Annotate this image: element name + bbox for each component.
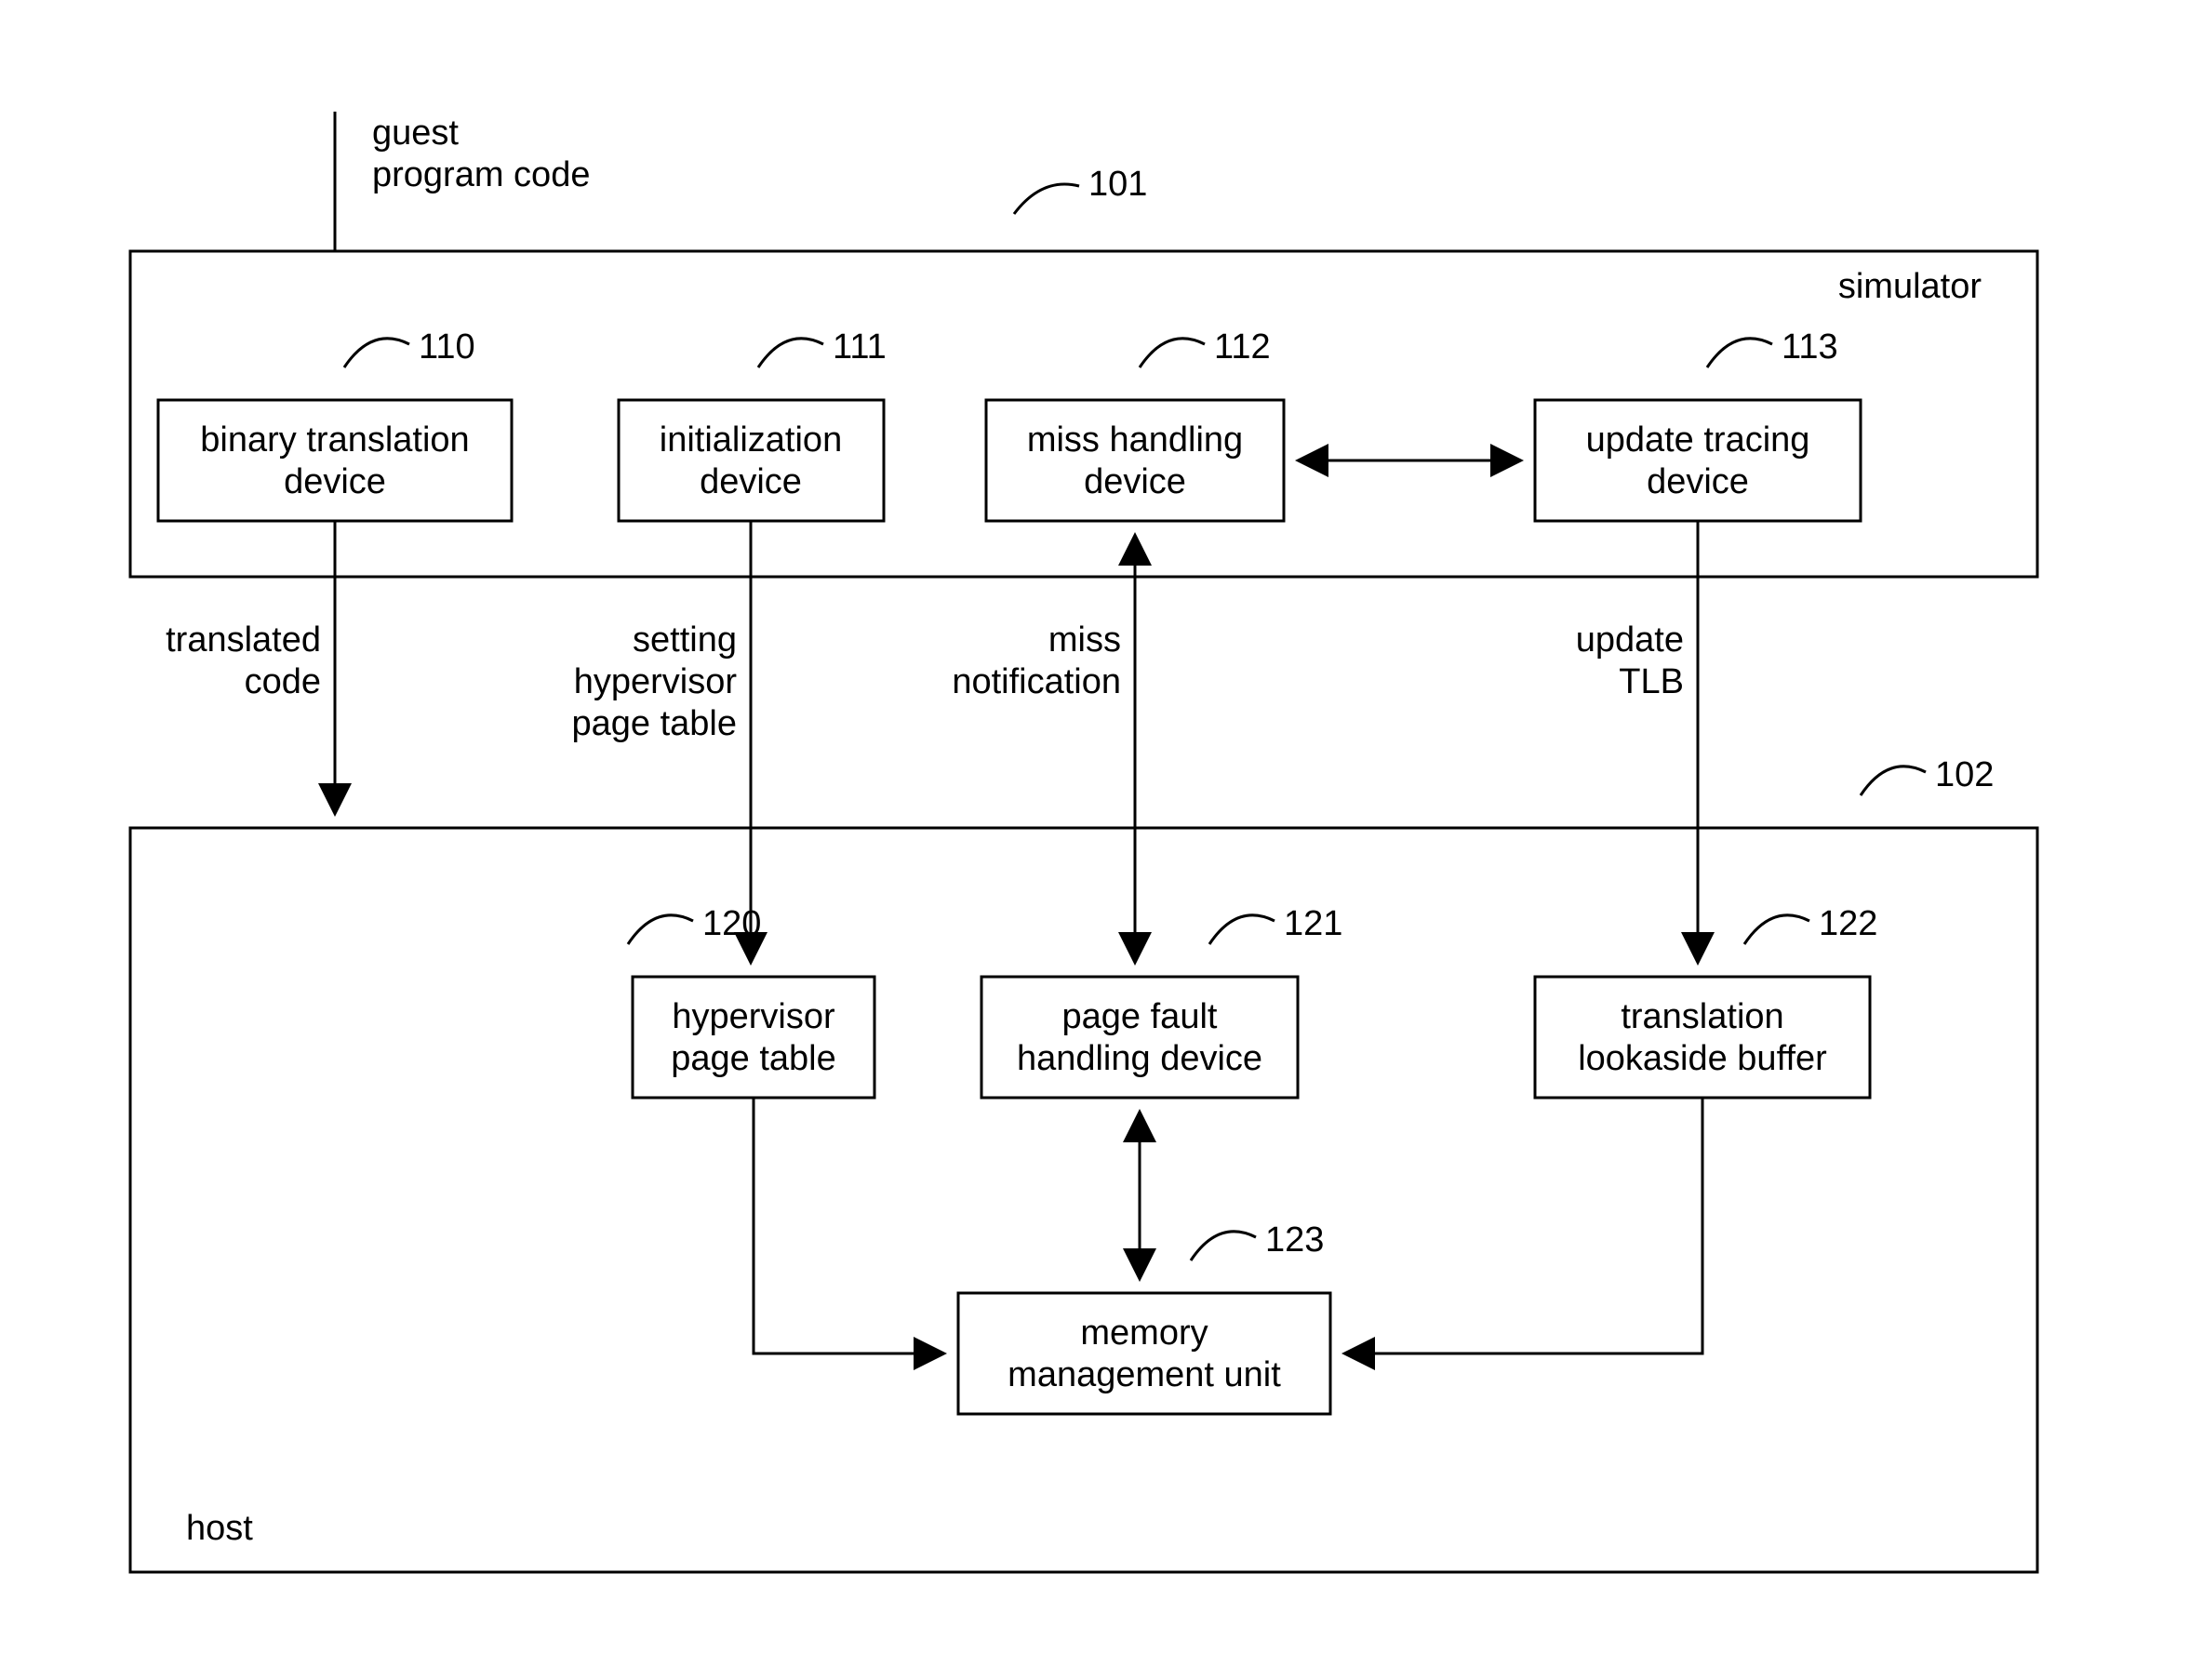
ref-120: 120 bbox=[702, 904, 761, 943]
box-123-l2: management unit bbox=[1008, 1355, 1281, 1394]
box-111-l1: initialization bbox=[660, 420, 842, 460]
box-111-l2: device bbox=[700, 462, 802, 501]
box-120-l1: hypervisor bbox=[672, 997, 835, 1036]
box-121-l1: page fault bbox=[1062, 997, 1218, 1036]
box-111 bbox=[619, 400, 884, 521]
ref-123: 123 bbox=[1265, 1220, 1324, 1260]
label-a4-l1: update bbox=[1576, 620, 1684, 660]
box-122-l1: translation bbox=[1621, 997, 1783, 1036]
label-guest-l2: program code bbox=[372, 155, 590, 194]
box-113 bbox=[1535, 400, 1861, 521]
ref-113: 113 bbox=[1782, 327, 1838, 367]
box-112 bbox=[986, 400, 1284, 521]
ref-102: 102 bbox=[1935, 755, 1994, 794]
host-container bbox=[130, 828, 2037, 1572]
box-122 bbox=[1535, 977, 1870, 1098]
leader-101 bbox=[1014, 184, 1079, 214]
box-113-l1: update tracing bbox=[1586, 420, 1810, 460]
simulator-title: simulator bbox=[1838, 267, 1982, 306]
label-a4-l2: TLB bbox=[1619, 662, 1684, 701]
ref-122: 122 bbox=[1819, 904, 1877, 943]
label-a3-l2: notification bbox=[952, 662, 1121, 701]
ref-101: 101 bbox=[1088, 165, 1147, 204]
box-113-l2: device bbox=[1647, 462, 1749, 501]
label-a3-l1: miss bbox=[1048, 620, 1121, 660]
label-guest-l1: guest bbox=[372, 113, 459, 153]
ref-111: 111 bbox=[833, 327, 887, 367]
box-120 bbox=[633, 977, 874, 1098]
box-110 bbox=[158, 400, 512, 521]
label-a2-l1: setting bbox=[633, 620, 737, 660]
ref-112: 112 bbox=[1214, 327, 1271, 367]
label-a2-l2: hypervisor bbox=[574, 662, 738, 701]
ref-121: 121 bbox=[1284, 904, 1342, 943]
box-123-l1: memory bbox=[1080, 1313, 1208, 1353]
box-110-l1: binary translation bbox=[200, 420, 469, 460]
diagram-root: guest program code simulator 101 binary … bbox=[0, 0, 2189, 1680]
box-121-l2: handling device bbox=[1017, 1039, 1262, 1078]
box-121 bbox=[981, 977, 1298, 1098]
box-112-l1: miss handling bbox=[1027, 420, 1243, 460]
ref-110: 110 bbox=[419, 327, 475, 367]
label-a1-l1: translated bbox=[166, 620, 321, 660]
box-123 bbox=[958, 1293, 1330, 1414]
box-110-l2: device bbox=[284, 462, 386, 501]
label-a1-l2: code bbox=[245, 662, 321, 701]
box-120-l2: page table bbox=[671, 1039, 836, 1078]
label-a2-l3: page table bbox=[572, 704, 738, 743]
host-title: host bbox=[186, 1509, 253, 1548]
box-122-l2: lookaside buffer bbox=[1578, 1039, 1827, 1078]
box-112-l2: device bbox=[1084, 462, 1186, 501]
leader-102 bbox=[1861, 767, 1926, 795]
